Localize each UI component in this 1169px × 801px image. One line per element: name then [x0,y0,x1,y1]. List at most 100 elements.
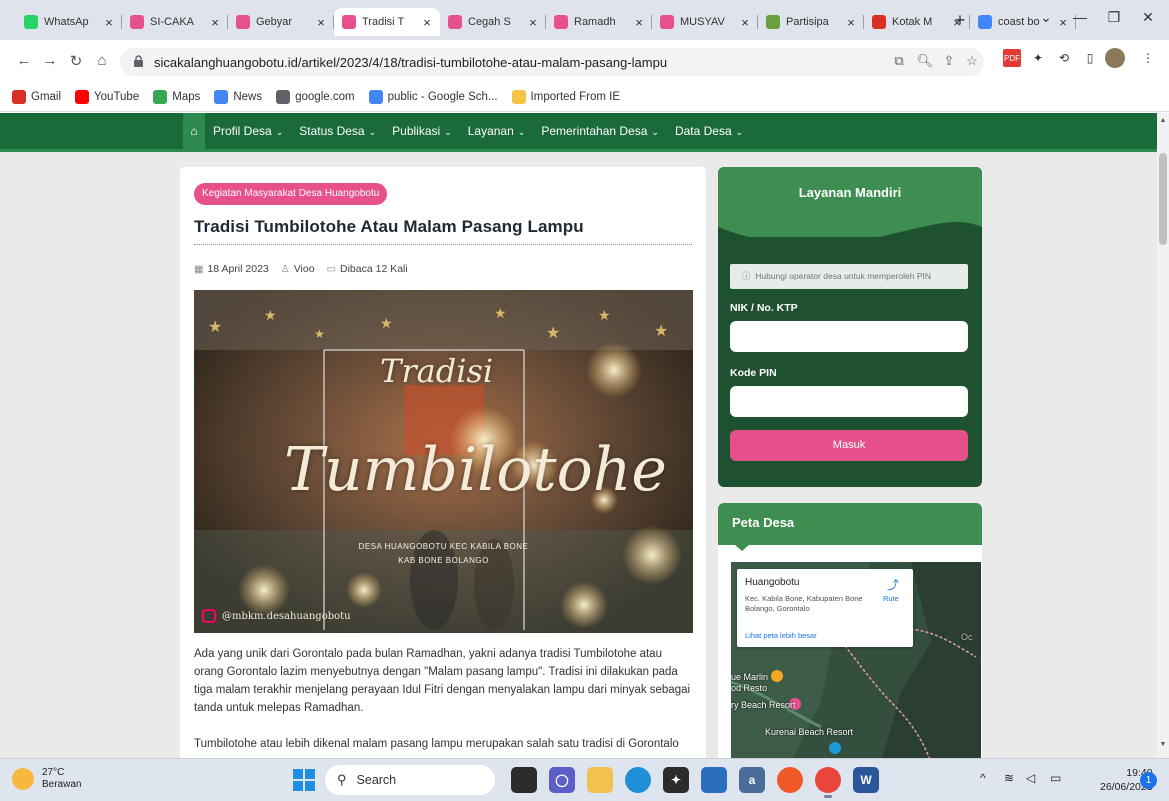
omnibox[interactable]: sicakalanghuangobotu.id/artikel/2023/4/1… [120,48,984,76]
zoom-icon[interactable]: 🔍︎ [916,53,934,69]
embedded-map[interactable]: Huangobotu Kec. Kabila Bone, Kabupaten B… [731,562,981,758]
maximize-button[interactable]: ❐ [1104,9,1124,26]
url-text[interactable]: sicakalanghuangobotu.id/artikel/2023/4/1… [154,55,667,70]
wifi-icon[interactable]: ≋ [1004,771,1014,785]
edge-icon[interactable] [625,767,651,793]
tray-overflow-icon[interactable]: ^ [980,771,986,785]
notification-badge[interactable]: 1 [1140,772,1157,789]
attraction-pin-icon[interactable] [829,742,841,754]
pin-input[interactable] [730,386,968,417]
browser-tab[interactable]: MUSYAV × [652,8,758,36]
svg-text:★: ★ [380,315,393,331]
tab-close-icon[interactable]: × [526,15,540,30]
volume-icon[interactable]: ◁ [1026,771,1035,785]
back-button[interactable]: ← [14,52,34,69]
route-link[interactable]: Rute [883,594,899,603]
forward-button[interactable]: → [40,52,60,69]
firefox-icon[interactable] [777,767,803,793]
browser-tab[interactable]: Tradisi T × [334,8,440,36]
bookmark-item[interactable]: Maps [153,89,201,104]
chrome-icon[interactable] [815,767,841,798]
lock-icon[interactable] [134,55,143,67]
peta-title: Peta Desa [732,515,795,530]
calendar-app-icon[interactable]: a [739,767,765,793]
site-menu-item[interactable]: Publikasi ⌄ [392,124,452,138]
share-icon[interactable]: ⇪ [940,53,958,69]
bookmark-item[interactable]: public - Google Sch... [368,89,498,104]
battery-icon[interactable]: ▭ [1050,771,1061,785]
bookmark-item[interactable]: YouTube [75,89,139,104]
word-icon[interactable]: W [853,767,879,793]
bookmark-item[interactable]: google.com [276,89,355,104]
file-explorer-icon[interactable] [587,767,613,793]
tab-close-icon[interactable]: × [1056,15,1070,30]
browser-tab[interactable]: Cegah S × [440,8,546,36]
bookmark-label: Maps [172,90,201,103]
minimize-button[interactable]: — [1070,9,1090,25]
site-menu-item[interactable]: Status Desa ⌄ [299,124,376,138]
scroll-up-arrow[interactable]: ▲ [1157,117,1169,124]
browser-tab[interactable]: WhatsAp × [16,8,122,36]
category-badge[interactable]: Kegiatan Masyarakat Desa Huangobotu [194,183,388,205]
tab-search-icon[interactable]: ⌄ [1036,9,1056,26]
site-menu-item[interactable]: Layanan ⌄ [468,124,526,138]
extensions-puzzle-icon[interactable]: ✦ [1029,49,1047,67]
tab-close-icon[interactable]: × [420,15,434,30]
site-menu-item[interactable]: Profil Desa ⌄ [213,124,283,138]
masuk-button[interactable]: Masuk [730,430,968,461]
dropbox-icon[interactable]: ✦ [663,767,689,793]
pin-label: Kode PIN [730,367,777,379]
photo-caption-line1: DESA HUANGOBOTU KEC KABILA BONE [358,542,529,551]
nik-input[interactable] [730,321,968,352]
home-button[interactable]: ⌂ [92,52,112,69]
bookmark-item[interactable]: Gmail [12,89,62,104]
close-window-button[interactable]: ✕ [1138,9,1158,26]
task-view-icon[interactable] [511,767,537,793]
new-tab-button[interactable]: + [948,10,972,31]
profile-avatar[interactable] [1105,48,1125,68]
browser-tab[interactable]: SI-CAKA × [122,8,228,36]
site-menu-item[interactable]: Data Desa ⌄ [675,124,743,138]
side-panel-icon[interactable]: ▯ [1081,49,1099,67]
reload-button[interactable]: ↻ [66,52,86,70]
chat-icon[interactable]: ◯ [549,767,575,793]
tab-close-icon[interactable]: × [208,15,222,30]
taskbar-search[interactable]: ⚲ Search [325,765,495,795]
site-icon [554,15,568,29]
extension-red-icon[interactable]: PDF [1003,49,1021,67]
scroll-thumb[interactable] [1159,153,1167,245]
home-icon[interactable]: ⌂ [183,113,205,149]
globe-icon [276,89,291,104]
peta-desa-widget: Peta Desa Huangobotu Kec. Kabila Bone, K… [718,503,982,758]
tab-close-icon[interactable]: × [102,15,116,30]
store-icon[interactable] [701,767,727,793]
browser-tab[interactable]: Partisipa × [758,8,864,36]
browser-tab[interactable]: coast bo × [970,8,1076,36]
scroll-down-arrow[interactable]: ▼ [1157,741,1169,748]
taskbar-search-label: Search [356,773,397,787]
browser-tab[interactable]: Ramadh × [546,8,652,36]
install-app-icon[interactable]: ⧉ [890,53,908,69]
directions-icon[interactable]: ⤴ [887,576,899,593]
tab-close-icon[interactable]: × [314,15,328,30]
site-menu-label: Pemerintahan Desa [541,124,648,138]
chevron-down-icon: ⌄ [735,127,744,137]
bookmark-star-icon[interactable]: ☆ [963,53,981,69]
chrome-menu-icon[interactable]: ⋮ [1139,49,1157,67]
extension-swirl-icon[interactable]: ⟲ [1055,49,1073,67]
start-button[interactable] [293,769,315,791]
page-scrollbar[interactable]: ▲ ▼ [1157,113,1169,758]
tab-close-icon[interactable]: × [844,15,858,30]
site-menu-item[interactable]: Pemerintahan Desa ⌄ [541,124,659,138]
bookmark-item[interactable]: Imported From IE [511,89,620,104]
bookmark-item[interactable]: News [214,89,262,104]
larger-map-link[interactable]: Lihat peta lebih besar [745,631,817,640]
article-paragraph-2: Tumbilotohe atau lebih dikenal malam pas… [194,738,679,758]
weather-widget[interactable]: 27°C Berawan [12,767,81,791]
wave-decoration [718,221,982,251]
bookmark-label: Gmail [31,90,62,103]
tab-close-icon[interactable]: × [738,15,752,30]
tab-close-icon[interactable]: × [632,15,646,30]
restaurant-pin-icon[interactable] [771,670,783,682]
browser-tab[interactable]: Gebyar × [228,8,334,36]
